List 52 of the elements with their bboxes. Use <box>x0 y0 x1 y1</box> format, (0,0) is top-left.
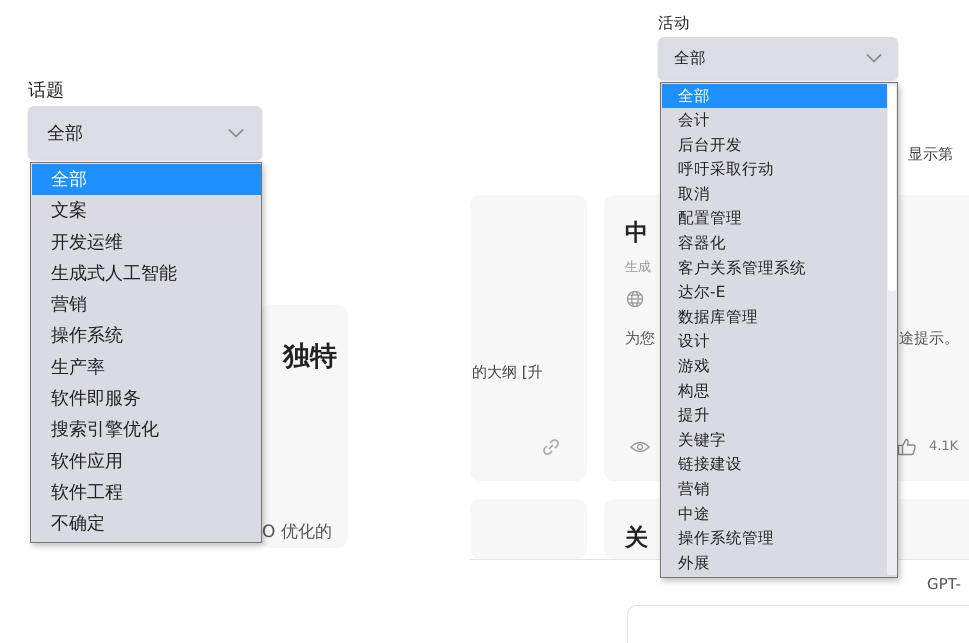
dropdown-select[interactable]: 全部 <box>28 106 262 160</box>
dropdown-option[interactable]: 外展 <box>662 550 887 576</box>
dropdown-option[interactable]: 数据库管理 <box>662 304 887 330</box>
filter-label: 活动 <box>658 16 690 32</box>
dropdown-option[interactable]: 配置管理 <box>662 206 887 232</box>
dropdown-option[interactable]: 设计 <box>662 329 887 354</box>
card-title: 独特 <box>283 340 337 374</box>
dropdown-option[interactable]: 构思 <box>662 378 887 404</box>
dropdown-option[interactable]: 中途 <box>662 502 887 526</box>
dropdown-option[interactable]: 开发运维 <box>32 226 261 258</box>
globe-icon <box>626 290 644 308</box>
eye-icon <box>630 439 650 455</box>
card-description: 为您 <box>625 329 655 348</box>
dropdown-option[interactable]: 客户关系管理系统 <box>662 256 887 280</box>
dropdown-option[interactable]: 文案 <box>32 195 261 227</box>
scrollbar[interactable] <box>887 84 897 576</box>
like-count: 4.1K <box>929 439 958 454</box>
dropdown-option[interactable]: 关键字 <box>662 428 887 452</box>
card-subtitle: 生成 <box>625 259 651 276</box>
dropdown-option[interactable]: 营销 <box>32 289 261 320</box>
dropdown-option[interactable]: 软件工程 <box>32 476 261 508</box>
dropdown-option[interactable]: 营销 <box>662 477 887 502</box>
dropdown-option[interactable]: 生成式人工智能 <box>32 258 261 290</box>
filter-label: 话题 <box>28 82 64 100</box>
dropdown-option[interactable]: 操作系统管理 <box>662 526 887 551</box>
dropdown-option[interactable]: 呼吁采取行动 <box>662 157 887 182</box>
thumbs-up-icon <box>897 437 917 457</box>
card-text: 的大纲 [升 <box>472 363 543 382</box>
dropdown-option[interactable]: 游戏 <box>662 354 887 379</box>
dropdown-option[interactable]: 软件应用 <box>32 446 261 477</box>
dropdown-option[interactable]: 链接建设 <box>662 452 887 477</box>
dropdown-select[interactable]: 全部 <box>658 36 898 80</box>
card-title: 中 <box>625 219 648 248</box>
dropdown-option[interactable]: 会计 <box>662 108 887 133</box>
card-text: O 优化的 <box>262 521 332 543</box>
results-text: 显示第 <box>908 145 953 164</box>
dropdown-option[interactable]: 软件即服务 <box>32 383 261 414</box>
dropdown-option[interactable]: 取消 <box>662 182 887 206</box>
model-label: GPT- <box>927 575 961 593</box>
dropdown-option[interactable]: 容器化 <box>662 231 887 256</box>
chevron-down-icon <box>228 128 244 138</box>
card-title: 关 <box>625 524 648 553</box>
dropdown-option[interactable]: 搜索引擎优化 <box>32 414 261 446</box>
dropdown-option[interactable]: 达尔-E <box>662 280 887 305</box>
dropdown-option[interactable]: 生产率 <box>32 352 261 384</box>
card-description: 途提示。 <box>899 329 959 348</box>
link-icon <box>541 437 561 457</box>
chevron-down-icon <box>866 53 882 63</box>
dropdown-option[interactable]: 提升 <box>662 403 887 428</box>
dropdown-option[interactable]: 操作系统 <box>32 320 261 352</box>
dropdown-option[interactable]: 后台开发 <box>662 132 887 158</box>
dropdown-option[interactable]: 不确定 <box>32 508 261 540</box>
